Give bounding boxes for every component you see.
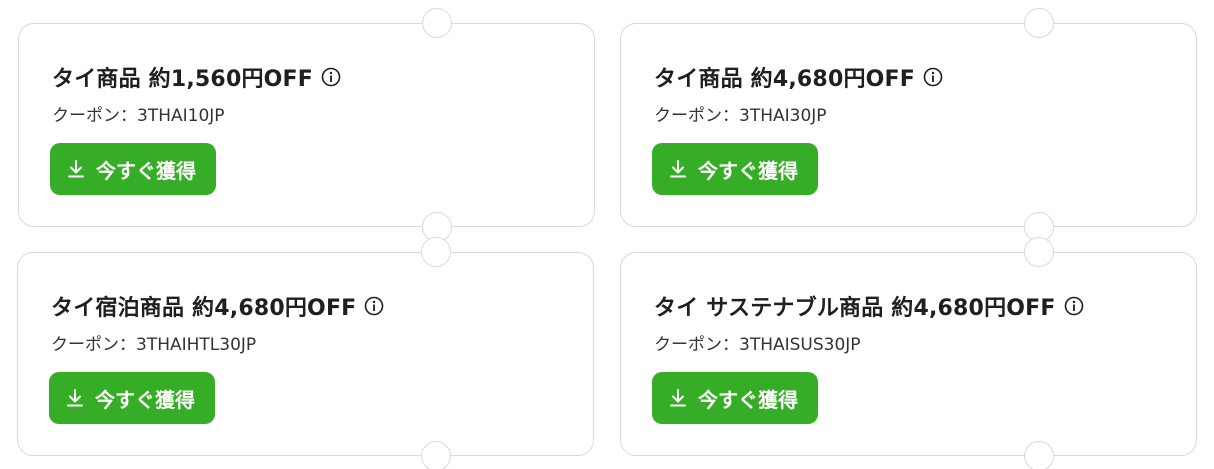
get-coupon-button-label: 今すぐ獲得 [95, 387, 195, 412]
download-icon [668, 159, 688, 179]
coupon-code: クーポン：3THAI30JP [654, 106, 827, 126]
ticket-notch-top [422, 8, 452, 38]
download-icon [668, 388, 688, 408]
download-icon [65, 388, 85, 408]
coupon-title: タイ商品 約1,560円OFF [52, 67, 314, 92]
info-icon[interactable] [923, 67, 943, 87]
coupon-card: タイ商品 約4,680円OFF クーポン：3THAI30JP 今すぐ獲得 [620, 8, 1197, 242]
coupon-title: タイ商品 約4,680円OFF [654, 67, 916, 92]
coupon-grid: タイ商品 約1,560円OFF クーポン：3THAI10JP 今すぐ獲得 タイ商… [0, 0, 1214, 469]
coupon-card: タイ宿泊商品 約4,680円OFF クーポン：3THAIHTL30JP 今すぐ獲… [17, 237, 594, 469]
info-icon[interactable] [321, 67, 341, 87]
coupon-title: タイ サステナブル商品 約4,680円OFF [654, 296, 1056, 321]
get-coupon-button[interactable]: 今すぐ獲得 [652, 372, 818, 424]
coupon-title-row: タイ商品 約1,560円OFF [52, 61, 341, 93]
info-icon[interactable] [364, 296, 384, 316]
coupon-title-row: タイ サステナブル商品 約4,680円OFF [654, 290, 1084, 322]
ticket-notch-top [1024, 8, 1054, 38]
coupon-code: クーポン：3THAI10JP [52, 106, 225, 126]
get-coupon-button-label: 今すぐ獲得 [698, 158, 798, 183]
ticket-notch-bottom [1024, 441, 1054, 469]
ticket-notch-top [1024, 237, 1054, 267]
ticket-notch-top [421, 237, 451, 267]
coupon-code: クーポン：3THAISUS30JP [654, 335, 861, 355]
coupon-card: タイ サステナブル商品 約4,680円OFF クーポン：3THAISUS30JP… [620, 237, 1197, 469]
coupon-title-row: タイ宿泊商品 約4,680円OFF [51, 290, 384, 322]
get-coupon-button[interactable]: 今すぐ獲得 [49, 372, 215, 424]
ticket-notch-bottom [421, 441, 451, 469]
get-coupon-button[interactable]: 今すぐ獲得 [652, 143, 818, 195]
get-coupon-button-label: 今すぐ獲得 [96, 158, 196, 183]
download-icon [66, 159, 86, 179]
info-icon[interactable] [1064, 296, 1084, 316]
get-coupon-button[interactable]: 今すぐ獲得 [50, 143, 216, 195]
get-coupon-button-label: 今すぐ獲得 [698, 387, 798, 412]
coupon-title-row: タイ商品 約4,680円OFF [654, 61, 943, 93]
coupon-card: タイ商品 約1,560円OFF クーポン：3THAI10JP 今すぐ獲得 [18, 8, 595, 242]
coupon-code: クーポン：3THAIHTL30JP [51, 335, 257, 355]
coupon-title: タイ宿泊商品 約4,680円OFF [51, 296, 357, 321]
